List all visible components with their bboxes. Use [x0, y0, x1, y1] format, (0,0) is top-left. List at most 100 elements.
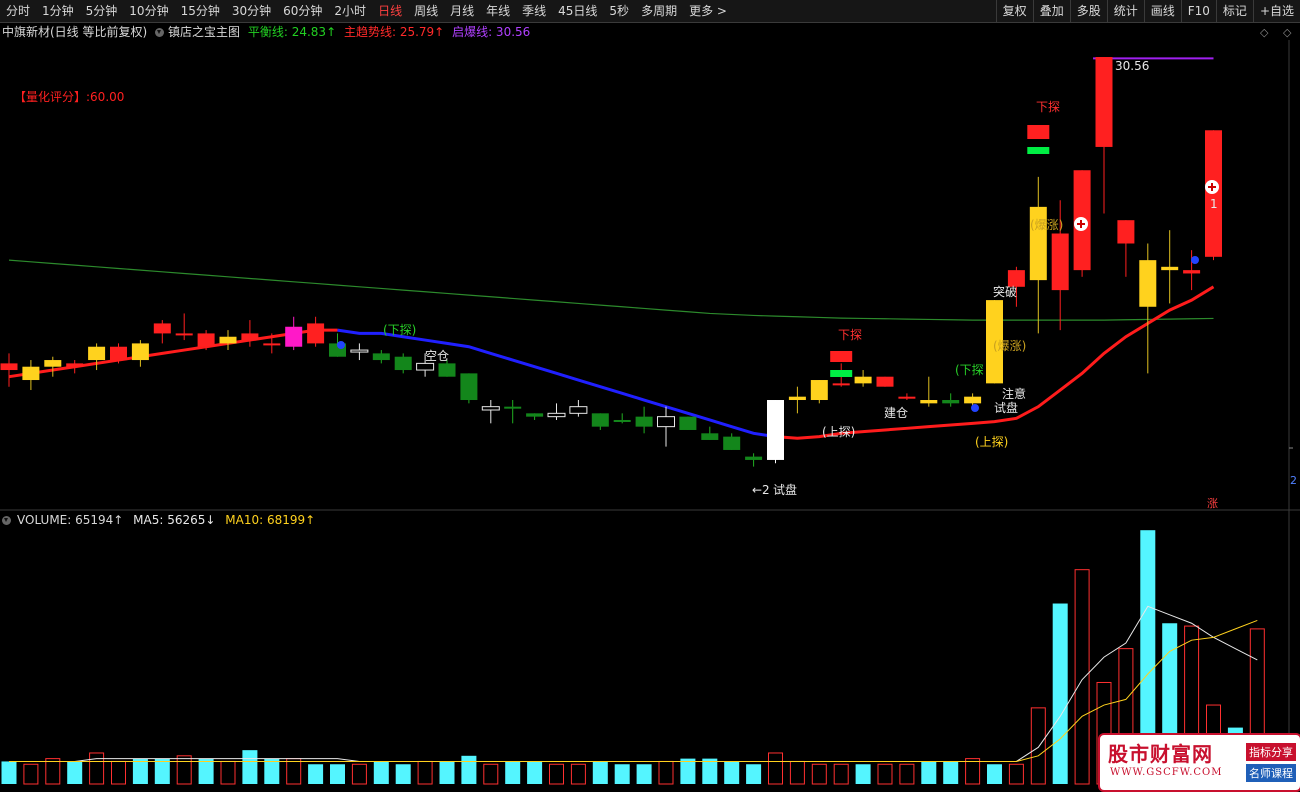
signal-dot: [337, 341, 345, 349]
tab-period-fenshi[interactable]: 分时: [0, 0, 36, 22]
ma10-value: MA10: 68199↑: [225, 513, 316, 527]
mark-button[interactable]: 标记: [1215, 0, 1253, 22]
panel-close-icon[interactable]: ◇: [1283, 26, 1291, 39]
volume-ma5-line: [9, 605, 1258, 762]
candle-body: [481, 406, 500, 411]
candle-body: [701, 433, 719, 440]
tab-period-30min[interactable]: 30分钟: [226, 0, 277, 22]
candle-body: [657, 416, 675, 428]
candle-body: [1139, 260, 1157, 307]
candle-body: [832, 383, 850, 386]
candle: [0, 353, 18, 387]
stock-title: 中旗新材(日线 等比前复权): [2, 25, 148, 39]
tab-period-more[interactable]: 更多 >: [683, 0, 733, 22]
candle-body: [1095, 57, 1113, 147]
volume-bar: [570, 763, 586, 785]
indicator-dropdown-icon[interactable]: [155, 28, 165, 37]
volume-bar: [89, 752, 105, 785]
candle: [613, 413, 631, 424]
statistics-button[interactable]: 统计: [1106, 0, 1144, 22]
volume-bar: [614, 764, 630, 784]
candle: [854, 370, 872, 387]
diamond-icon[interactable]: ◇: [1260, 26, 1268, 39]
jiancang-label: 建仓: [884, 406, 908, 420]
multi-stock-button[interactable]: 多股: [1069, 0, 1107, 22]
tab-period-1min[interactable]: 1分钟: [36, 0, 80, 22]
volume-dropdown-icon[interactable]: [2, 516, 11, 525]
logo-name: 股市财富网: [1108, 742, 1213, 766]
volume-bar: [702, 758, 718, 784]
volume-bar: [1, 761, 17, 784]
volume-bar: [592, 761, 608, 784]
tab-period-60min[interactable]: 60分钟: [277, 0, 328, 22]
volume-bar: [658, 760, 674, 785]
candle-body: [723, 436, 741, 450]
tab-period-yearly[interactable]: 年线: [480, 0, 516, 22]
volume-bar: [1030, 707, 1046, 785]
volume-bar: [351, 763, 367, 785]
candle: [1095, 57, 1113, 214]
tab-period-daily[interactable]: 日线: [372, 0, 408, 22]
overlay-button[interactable]: 叠加: [1032, 0, 1070, 22]
logo-url: WWW.GSCFW.COM: [1110, 767, 1223, 778]
tab-period-quarterly[interactable]: 季线: [516, 0, 552, 22]
candle: [810, 380, 828, 404]
shangtan-label: (上探): [822, 425, 855, 439]
zhang-label: 涨: [1207, 497, 1218, 510]
candle-body: [394, 356, 412, 371]
volume-ma10-line: [9, 619, 1258, 762]
tab-period-10min[interactable]: 10分钟: [123, 0, 174, 22]
candle-body: [131, 343, 149, 361]
candle-body: [876, 376, 894, 387]
volume-bar: [921, 761, 937, 784]
volume-bar: [198, 758, 214, 784]
candle: [66, 360, 84, 374]
candle-body: [745, 456, 763, 460]
volume-bar: [242, 750, 258, 784]
volume-value: VOLUME: 65194↑: [17, 513, 124, 527]
candle-body: [88, 346, 106, 361]
candle: [1183, 250, 1201, 291]
tab-period-multi[interactable]: 多周期: [635, 0, 683, 22]
breakout-line-value: 启爆线: 30.56: [452, 25, 531, 39]
candle: [241, 320, 259, 347]
signal-bar-red: [830, 351, 853, 362]
volume-bar: [67, 761, 83, 784]
arrow-label: ←2: [752, 483, 770, 497]
candle: [394, 353, 412, 374]
tab-period-5min[interactable]: 5分钟: [80, 0, 124, 22]
candle-body: [22, 366, 40, 381]
volume-bar: [855, 764, 871, 784]
tab-period-5sec[interactable]: 5秒: [603, 0, 635, 22]
candle-body: [942, 400, 960, 404]
watermark-logo: 股市财富网 WWW.GSCFW.COM 指标分享 名师课程: [1098, 733, 1300, 792]
tab-period-15min[interactable]: 15分钟: [175, 0, 226, 22]
f10-button[interactable]: F10: [1180, 0, 1216, 22]
tab-period-2hour[interactable]: 2小时: [328, 0, 372, 22]
volume-bar: [45, 758, 61, 785]
balance-line-value: 平衡线: 24.83↑: [247, 25, 337, 39]
draw-line-button[interactable]: 画线: [1143, 0, 1181, 22]
indicator-name[interactable]: 镇店之宝主图: [168, 25, 240, 39]
candle-body: [920, 400, 938, 404]
main-trend-value: 主趋势线: 25.79↑: [343, 25, 445, 39]
candle-body: [854, 376, 872, 384]
candle-body: [285, 326, 303, 347]
candle: [372, 350, 390, 364]
xiatan-label: (下探): [383, 323, 416, 337]
candle-body: [788, 396, 806, 401]
candle-body: [547, 412, 566, 418]
kline-chart[interactable]: 30.56空仓(下探) 下探(下探下探(上探)(上探)建仓试盘试盘注意(爆涨)(爆…: [0, 0, 1300, 790]
candle: [175, 313, 193, 341]
candle-body: [569, 406, 588, 414]
candle: [1161, 230, 1179, 304]
tab-period-monthly[interactable]: 月线: [444, 0, 480, 22]
add-watchlist-button[interactable]: +自选: [1252, 0, 1300, 22]
volume-bar: [680, 758, 696, 784]
tab-period-45day[interactable]: 45日线: [552, 0, 603, 22]
volume-bar: [965, 758, 981, 785]
volume-bar: [636, 764, 652, 784]
candle: [22, 360, 40, 391]
restore-rights-button[interactable]: 复权: [995, 0, 1033, 22]
tab-period-weekly[interactable]: 周线: [408, 0, 444, 22]
